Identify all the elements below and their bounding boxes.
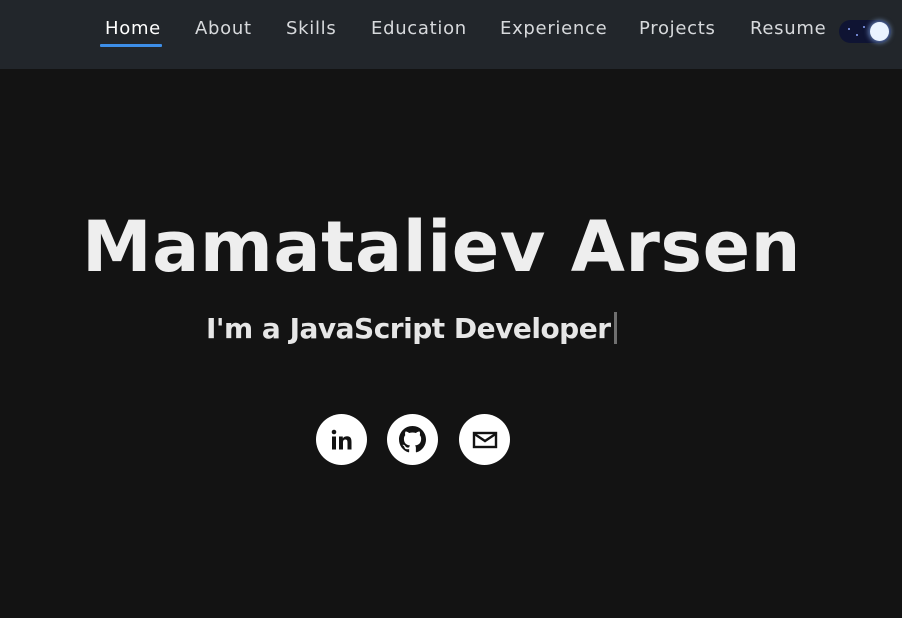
hero-subtitle: I'm a JavaScript Developer — [206, 312, 617, 345]
star-icon — [863, 26, 865, 28]
moon-toggle-icon — [870, 22, 889, 41]
typed-role: JavaScript Developer — [289, 312, 611, 345]
nav-link-resume[interactable]: Resume — [750, 18, 826, 39]
nav-link-experience[interactable]: Experience — [500, 18, 607, 39]
nav-active-indicator — [100, 44, 162, 47]
linkedin-button[interactable] — [316, 414, 367, 465]
github-icon — [399, 426, 426, 453]
mail-icon — [472, 431, 497, 448]
typing-cursor — [613, 312, 617, 344]
subtitle-prefix: I'm a — [206, 312, 290, 345]
email-button[interactable] — [459, 414, 510, 465]
linkedin-icon — [331, 429, 351, 449]
nav-link-projects[interactable]: Projects — [639, 18, 716, 39]
star-icon — [856, 34, 858, 36]
hero-name: Mamataliev Arsen — [82, 206, 801, 288]
navbar: Home About Skills Education Experience P… — [0, 0, 902, 69]
nav-link-skills[interactable]: Skills — [286, 18, 336, 39]
theme-toggle[interactable] — [839, 20, 891, 43]
nav-link-about[interactable]: About — [195, 18, 252, 39]
star-icon — [848, 28, 850, 30]
github-button[interactable] — [387, 414, 438, 465]
nav-link-home[interactable]: Home — [105, 18, 161, 39]
nav-link-education[interactable]: Education — [371, 18, 467, 39]
